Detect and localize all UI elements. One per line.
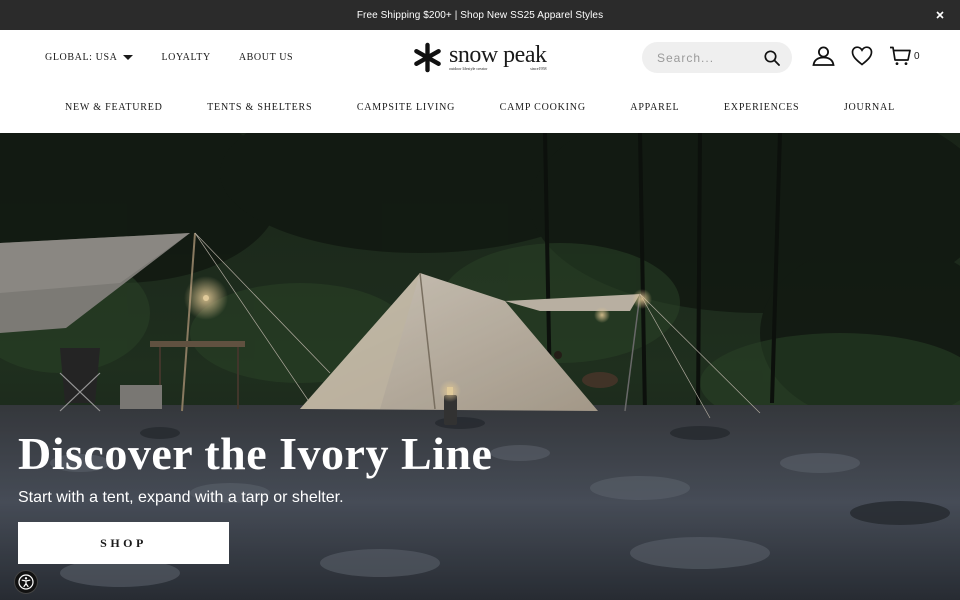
hero-banner[interactable]: Discover the Ivory Line Start with a ten… (0, 133, 960, 600)
site-logo[interactable]: snow peak outdoor lifestyle creator sinc… (412, 41, 547, 73)
header-actions: 0 (812, 46, 920, 66)
nav-apparel[interactable]: APPAREL (630, 102, 679, 113)
snowflake-logo-icon (414, 42, 441, 73)
nav-camp-cooking[interactable]: CAMP COOKING (500, 102, 586, 113)
nav-journal[interactable]: JOURNAL (844, 102, 895, 113)
shop-button[interactable]: SHOP (18, 522, 229, 564)
utility-links: GLOBAL: USA LOYALTY ABOUT US (45, 52, 321, 63)
chevron-down-icon (123, 55, 134, 60)
wishlist-heart-icon[interactable] (851, 46, 873, 66)
hero-subtitle: Start with a tent, expand with a tarp or… (18, 489, 344, 506)
site-header: GLOBAL: USA LOYALTY ABOUT US snow peak o… (0, 30, 960, 133)
nav-campsite-living[interactable]: CAMPSITE LIVING (357, 102, 455, 113)
accessibility-button[interactable] (14, 570, 38, 594)
about-us-label: ABOUT US (238, 52, 294, 63)
close-icon[interactable] (934, 9, 946, 21)
search-input[interactable]: Search... (657, 51, 764, 65)
logo-wordmark: snow peak (449, 41, 547, 68)
hero-title: Discover the Ivory Line (18, 428, 493, 479)
search-icon[interactable] (764, 49, 780, 66)
main-nav: NEW & FEATURED TENTS & SHELTERS CAMPSITE… (0, 102, 960, 113)
cart-count: 0 (914, 50, 920, 62)
nav-experiences[interactable]: EXPERIENCES (724, 102, 799, 113)
announcement-text[interactable]: Free Shipping $200+ | Shop New SS25 Appa… (357, 10, 603, 21)
loyalty-label: LOYALTY (161, 52, 211, 63)
region-label: GLOBAL: USA (45, 52, 118, 63)
search-bar[interactable]: Search... (642, 42, 792, 73)
logo-tagline: outdoor lifestyle creator (449, 65, 488, 71)
nav-new-featured[interactable]: NEW & FEATURED (65, 102, 163, 113)
region-selector[interactable]: GLOBAL: USA (45, 52, 134, 63)
account-icon[interactable] (812, 46, 835, 66)
accessibility-icon (18, 574, 34, 590)
announcement-bar: Free Shipping $200+ | Shop New SS25 Appa… (0, 0, 960, 30)
nav-tents-shelters[interactable]: TENTS & SHELTERS (207, 102, 312, 113)
about-us-link[interactable]: ABOUT US (239, 52, 293, 63)
cart-icon (890, 46, 911, 65)
loyalty-link[interactable]: LOYALTY (161, 52, 210, 63)
cart-button[interactable]: 0 (889, 46, 920, 66)
logo-since: since1958 (530, 65, 547, 71)
